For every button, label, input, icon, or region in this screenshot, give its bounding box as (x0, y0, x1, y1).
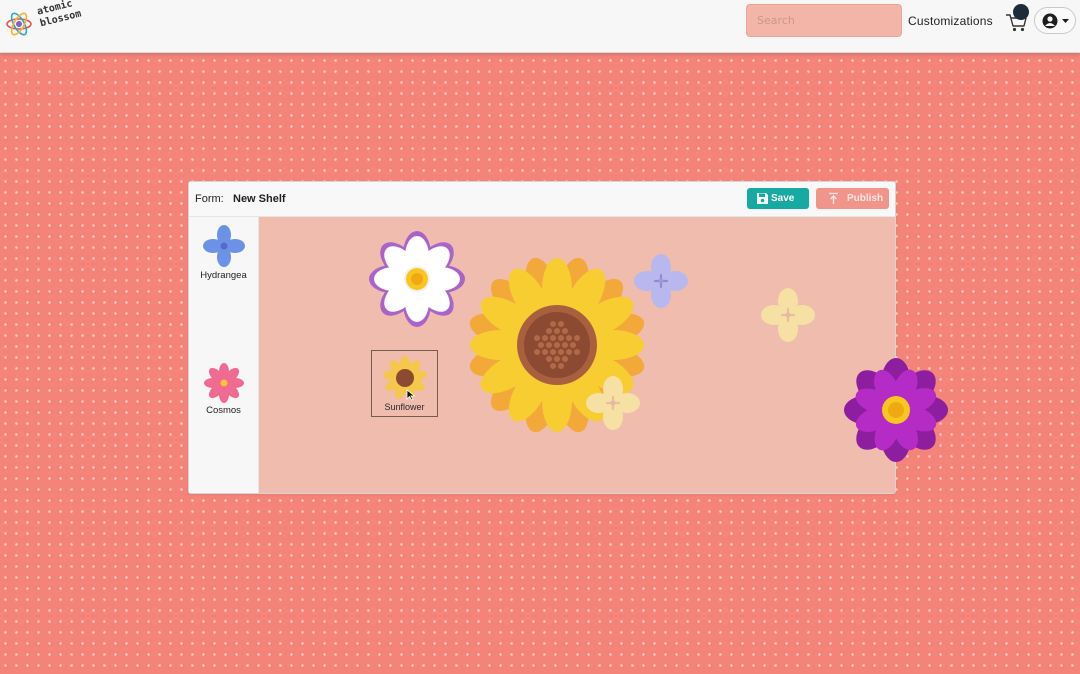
floppy-disk-icon (757, 193, 768, 204)
brand-logo[interactable]: atomic blossom (4, 0, 86, 47)
cosmos-icon (203, 363, 244, 403)
hydrangea-cream-flower-left[interactable] (581, 371, 645, 435)
dragging-label: Sunflower (384, 402, 425, 412)
cursor-arrow-icon (406, 389, 416, 401)
hydrangea-cream-flower-right[interactable] (756, 283, 820, 347)
palette-item-cosmos[interactable]: Cosmos (189, 362, 258, 416)
user-menu-button[interactable] (1034, 7, 1076, 34)
design-canvas[interactable]: Sunflower (259, 217, 948, 493)
form-label: Form: (195, 193, 224, 205)
brand-wordmark: atomic blossom (36, 0, 86, 30)
palette-item-hydrangea[interactable]: Hydrangea (189, 223, 258, 281)
dragging-sunflower[interactable]: Sunflower (371, 350, 438, 417)
publish-label: Publish (847, 193, 884, 204)
upload-icon (829, 192, 838, 204)
flower-palette: Hydrangea Cosmos (189, 217, 259, 493)
chevron-down-icon (1062, 19, 1069, 23)
palette-label-hydrangea: Hydrangea (200, 270, 247, 281)
search-input[interactable] (746, 4, 902, 37)
user-circle-icon (1042, 13, 1069, 29)
cart-badge (1013, 4, 1029, 20)
form-name[interactable]: New Shelf (233, 193, 286, 205)
save-label: Save (771, 193, 795, 204)
white-cosmos-flower[interactable] (367, 229, 467, 329)
purple-cosmos-flower[interactable] (841, 355, 951, 465)
publish-button[interactable]: Publish (816, 188, 889, 209)
hydrangea-icon (202, 225, 245, 267)
nav-customizations[interactable]: Customizations (908, 14, 993, 28)
form-panel: Form: New Shelf Save Publish Hydrangea C… (188, 181, 948, 494)
palette-label-cosmos: Cosmos (206, 405, 241, 416)
top-navbar: atomic blossom Customizations (0, 0, 1080, 53)
save-button[interactable]: Save (747, 188, 809, 209)
form-header: Form: New Shelf Save Publish (189, 182, 895, 217)
hydrangea-lavender-flower[interactable] (629, 249, 693, 313)
sunflower-icon (383, 356, 427, 399)
atom-logo-icon (6, 12, 32, 36)
